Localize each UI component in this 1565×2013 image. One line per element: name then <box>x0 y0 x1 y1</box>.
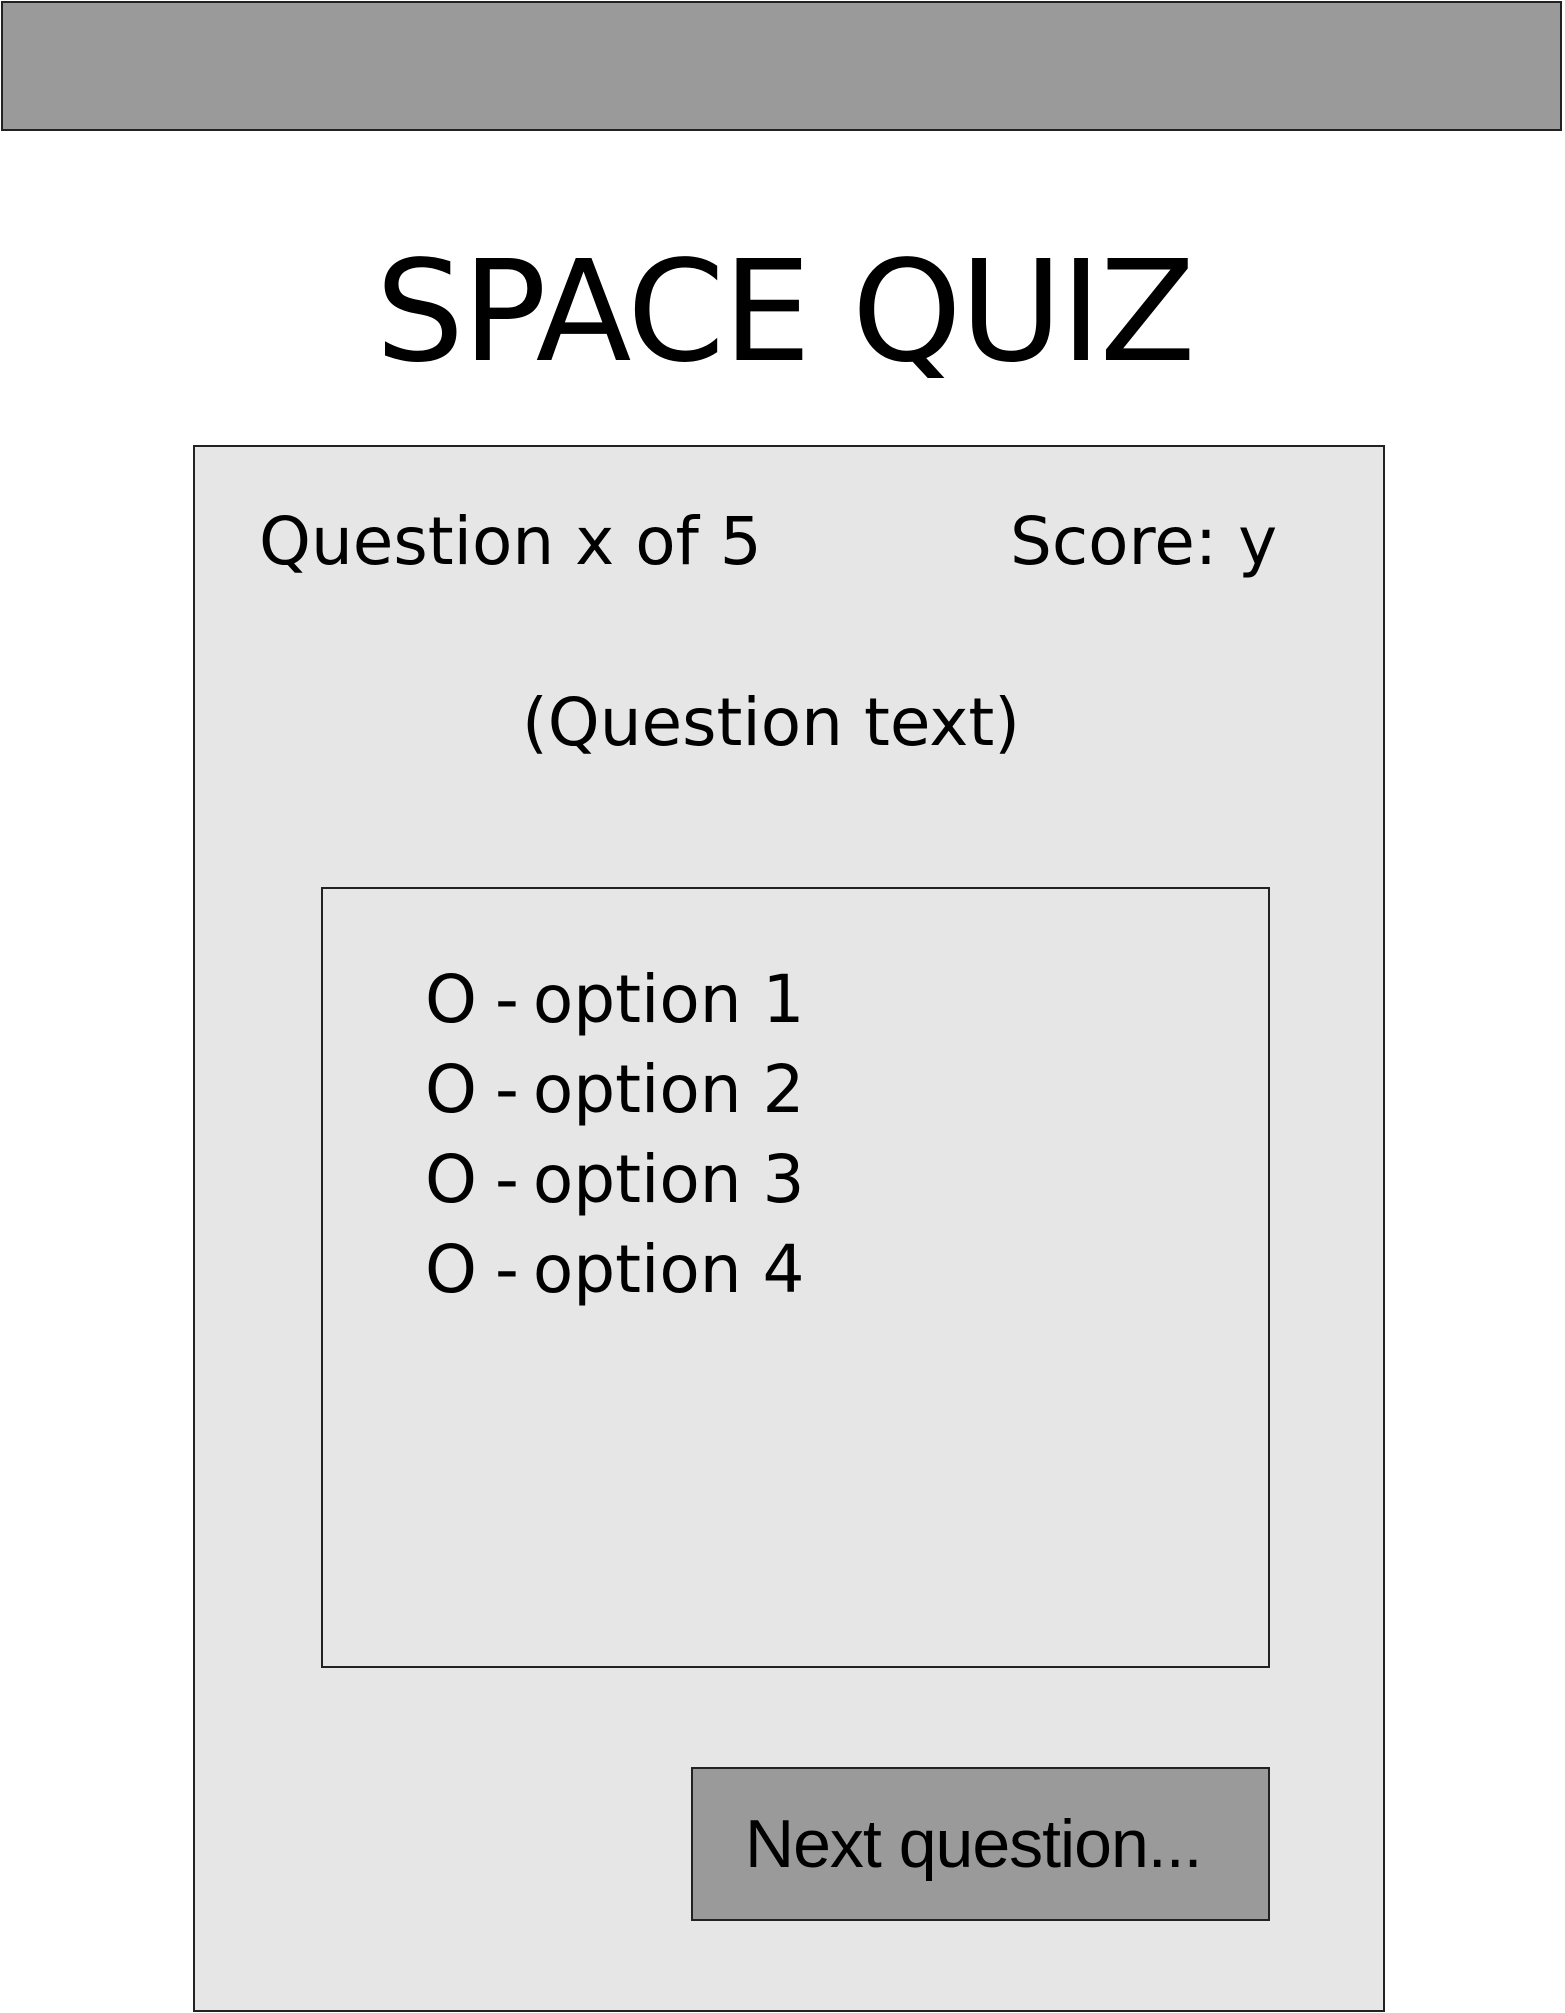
option-label: option 1 <box>532 961 805 1038</box>
radio-marker-icon[interactable]: O <box>425 1225 495 1315</box>
option-label: option 2 <box>532 1051 805 1128</box>
option-label: option 4 <box>532 1231 805 1308</box>
radio-marker-icon[interactable]: O <box>425 1135 495 1225</box>
score-label: Score: y <box>1010 503 1278 580</box>
page-title: SPACE QUIZ <box>375 231 1195 394</box>
question-counter: Question x of 5 <box>259 503 762 580</box>
option-dash: - <box>495 961 519 1038</box>
radio-marker-icon[interactable]: O <box>425 955 495 1045</box>
answer-options-box: O - option 1 O - option 2 O - option 3 O - optio… <box>321 887 1270 1668</box>
top-header-bar <box>1 1 1562 131</box>
option-label: option 3 <box>532 1141 805 1218</box>
radio-marker-icon[interactable]: O <box>425 1045 495 1135</box>
answer-option-1[interactable]: O - option 1 <box>425 955 805 1045</box>
quiz-panel: Question x of 5 Score: y (Question text)… <box>193 445 1385 2012</box>
answer-option-3[interactable]: O - option 3 <box>425 1135 805 1225</box>
answer-option-2[interactable]: O - option 2 <box>425 1045 805 1135</box>
option-dash: - <box>495 1051 519 1128</box>
option-dash: - <box>495 1231 519 1308</box>
answer-option-4[interactable]: O - option 4 <box>425 1225 805 1315</box>
option-dash: - <box>495 1141 519 1218</box>
next-question-button[interactable]: Next question... <box>691 1767 1270 1921</box>
question-text: (Question text) <box>522 684 1020 761</box>
